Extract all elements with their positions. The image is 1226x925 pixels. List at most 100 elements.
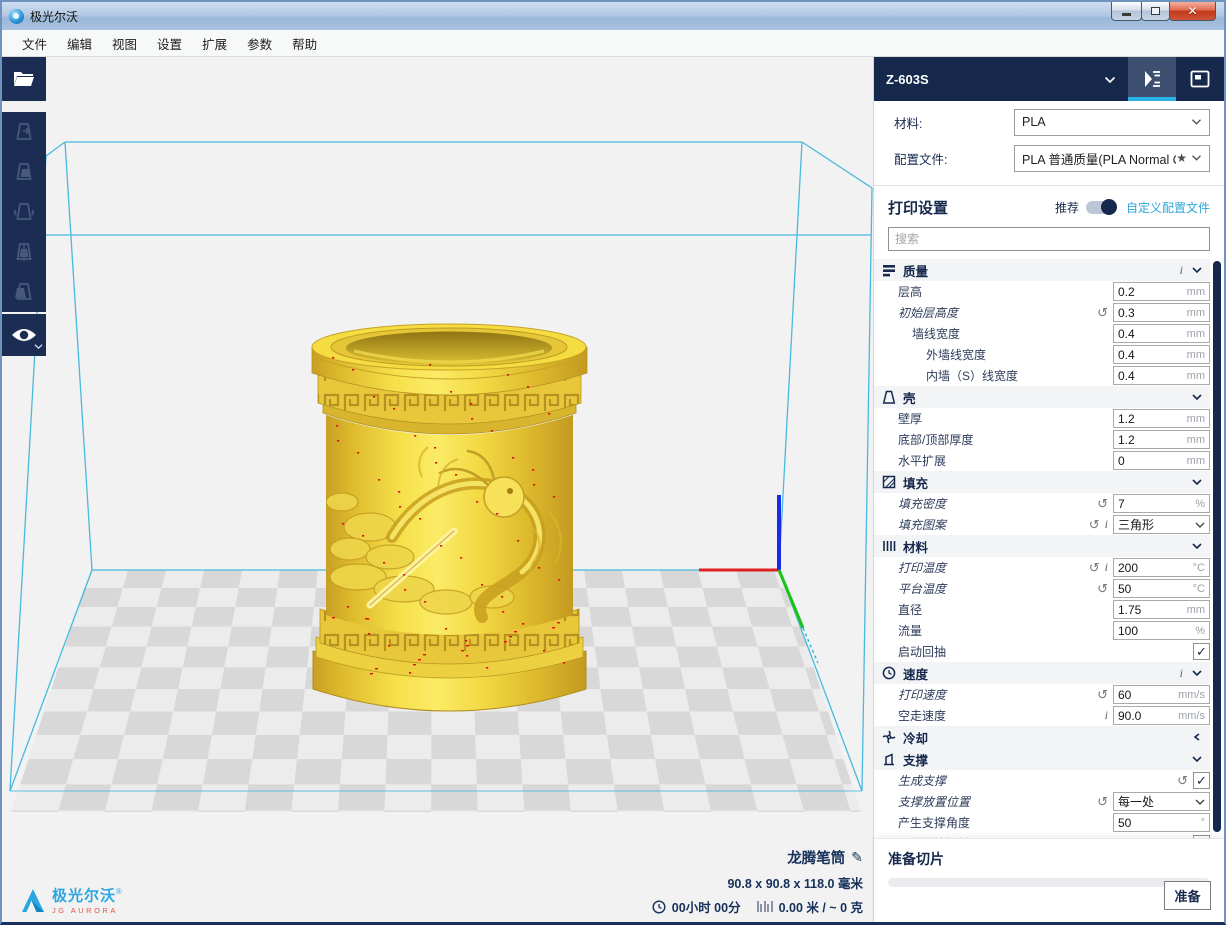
reset-icon[interactable]: ↺: [1097, 795, 1108, 808]
chevron-down-icon: [1191, 154, 1202, 162]
section-header-quality[interactable]: 质量i: [874, 259, 1210, 281]
scrollbar-thumb[interactable]: [1213, 261, 1221, 832]
reset-icon[interactable]: ↺: [1177, 774, 1188, 787]
profile-select[interactable]: PLA 普通质量(PLA Normal Qua ★: [1014, 145, 1210, 172]
maximize-button[interactable]: [1141, 2, 1170, 21]
tab-preview[interactable]: [1176, 57, 1224, 101]
tab-prepare-slice[interactable]: [1128, 57, 1176, 101]
setting-dropdown[interactable]: 每一处: [1113, 792, 1210, 811]
setting-input[interactable]: 0.3mm: [1113, 303, 1210, 322]
chevron-down-icon[interactable]: [1192, 266, 1202, 274]
speed-icon: [882, 666, 896, 680]
slice-hourglass-icon: [1140, 67, 1164, 91]
setting-input[interactable]: 1.2mm: [1113, 409, 1210, 428]
model-dragon-pen-holder[interactable]: [312, 324, 587, 711]
chevron-down-icon[interactable]: [1192, 478, 1202, 486]
reset-icon[interactable]: ↺: [1089, 518, 1100, 531]
setting-row: 打印温度↺i200°C: [874, 557, 1210, 578]
setting-input[interactable]: 100%: [1113, 621, 1210, 640]
setting-label: 水平扩展: [874, 452, 946, 469]
custom-profile-link[interactable]: 自定义配置文件: [1126, 199, 1210, 216]
clock-icon: [652, 900, 666, 914]
setting-label: 初始层高度: [874, 304, 958, 321]
printer-selector[interactable]: Z-603S: [874, 57, 1128, 101]
menu-item-2[interactable]: 视图: [102, 29, 147, 58]
setting-checkbox[interactable]: ✓: [1193, 772, 1210, 789]
setting-row: 底部/顶部厚度1.2mm: [874, 429, 1210, 450]
chevron-down-icon[interactable]: [1192, 542, 1202, 550]
reset-icon[interactable]: ↺: [1089, 561, 1100, 574]
tool-mirror-button[interactable]: [2, 232, 46, 272]
material-select[interactable]: PLA: [1014, 109, 1210, 136]
info-icon[interactable]: i: [1105, 708, 1108, 723]
tool-rotate-button[interactable]: [2, 192, 46, 232]
section-header-support[interactable]: 支撑: [874, 748, 1210, 770]
tool-scale-button[interactable]: [2, 152, 46, 192]
brand-subtitle: JG AURORA: [52, 907, 122, 915]
tool-per-model-settings-button[interactable]: [2, 272, 46, 312]
tool-move-button[interactable]: [2, 112, 46, 152]
setting-row: 填充图案↺i三角形: [874, 514, 1210, 535]
menu-item-6[interactable]: 帮助: [282, 29, 327, 58]
section-header-shell[interactable]: 壳: [874, 386, 1210, 408]
filament-icon: [757, 901, 773, 912]
menu-item-3[interactable]: 设置: [147, 29, 192, 58]
menu-item-1[interactable]: 编辑: [57, 29, 102, 58]
setting-input[interactable]: 1.2mm: [1113, 430, 1210, 449]
edit-name-icon[interactable]: ✎: [851, 849, 863, 866]
minimize-button[interactable]: [1111, 2, 1142, 21]
window-controls: ✕: [1112, 2, 1216, 21]
setting-input[interactable]: 50°: [1113, 813, 1210, 832]
info-icon[interactable]: i: [1180, 666, 1183, 681]
setting-input[interactable]: 0mm: [1113, 451, 1210, 470]
reset-icon[interactable]: ↺: [1097, 306, 1108, 319]
reset-icon[interactable]: ↺: [1097, 688, 1108, 701]
viewport-3d[interactable]: 极光尔沃® JG AURORA 龙腾笔筒 ✎ 90.8 x 90.8 x 118…: [2, 57, 873, 922]
section-title: 材料: [903, 537, 928, 556]
menu-item-0[interactable]: 文件: [12, 29, 57, 58]
window-title: 极光尔沃: [30, 8, 78, 25]
prepare-button[interactable]: 准备: [1164, 881, 1211, 910]
setting-input[interactable]: 0.2mm: [1113, 282, 1210, 301]
section-header-cooling[interactable]: 冷却: [874, 726, 1210, 748]
close-button[interactable]: ✕: [1169, 2, 1216, 21]
chevron-down-icon[interactable]: [1192, 393, 1202, 401]
menu-item-4[interactable]: 扩展: [192, 29, 237, 58]
brand-logo: 极光尔沃® JG AURORA: [18, 886, 122, 914]
setting-label: 产生支撑角度: [874, 814, 970, 831]
setting-dropdown[interactable]: 三角形: [1113, 515, 1210, 534]
section-header-speed[interactable]: 速度i: [874, 662, 1210, 684]
profile-label: 配置文件:: [894, 149, 947, 168]
setting-label: 支撑放置位置: [874, 793, 970, 810]
section-header-material[interactable]: 材料: [874, 535, 1210, 557]
setting-input[interactable]: 200°C: [1113, 558, 1210, 577]
setting-checkbox[interactable]: ✓: [1193, 643, 1210, 660]
setting-input[interactable]: 60mm/s: [1113, 685, 1210, 704]
reset-icon[interactable]: ↺: [1097, 497, 1108, 510]
section-header-infill[interactable]: 填充: [874, 471, 1210, 493]
setting-label: 平台温度: [874, 580, 946, 597]
reset-icon[interactable]: ↺: [1097, 582, 1108, 595]
info-icon[interactable]: i: [1105, 517, 1108, 532]
open-file-button[interactable]: [2, 57, 46, 99]
menu-item-5[interactable]: 参数: [237, 29, 282, 58]
setting-input[interactable]: 50°C: [1113, 579, 1210, 598]
setting-row: 产生支撑角度 50°: [874, 812, 1210, 833]
chevron-down-icon: [1195, 521, 1205, 529]
search-input[interactable]: [888, 227, 1210, 251]
setting-input[interactable]: 7%: [1113, 494, 1210, 513]
setting-input[interactable]: 0.4mm: [1113, 345, 1210, 364]
setting-label: 生成支撑: [874, 772, 946, 789]
chevron-down-icon[interactable]: [1192, 669, 1202, 677]
recommended-toggle[interactable]: [1086, 201, 1116, 214]
setting-input[interactable]: 0.4mm: [1113, 324, 1210, 343]
chevron-down-icon[interactable]: [1192, 755, 1202, 763]
setting-input[interactable]: 0.4mm: [1113, 366, 1210, 385]
info-icon[interactable]: i: [1105, 560, 1108, 575]
chevron-left-icon[interactable]: [1192, 733, 1202, 741]
setting-input[interactable]: 90.0mm/s: [1113, 706, 1210, 725]
chevron-down-icon[interactable]: [34, 337, 43, 355]
setting-label: 层高: [874, 283, 922, 300]
setting-input[interactable]: 1.75mm: [1113, 600, 1210, 619]
info-icon[interactable]: i: [1180, 263, 1183, 278]
